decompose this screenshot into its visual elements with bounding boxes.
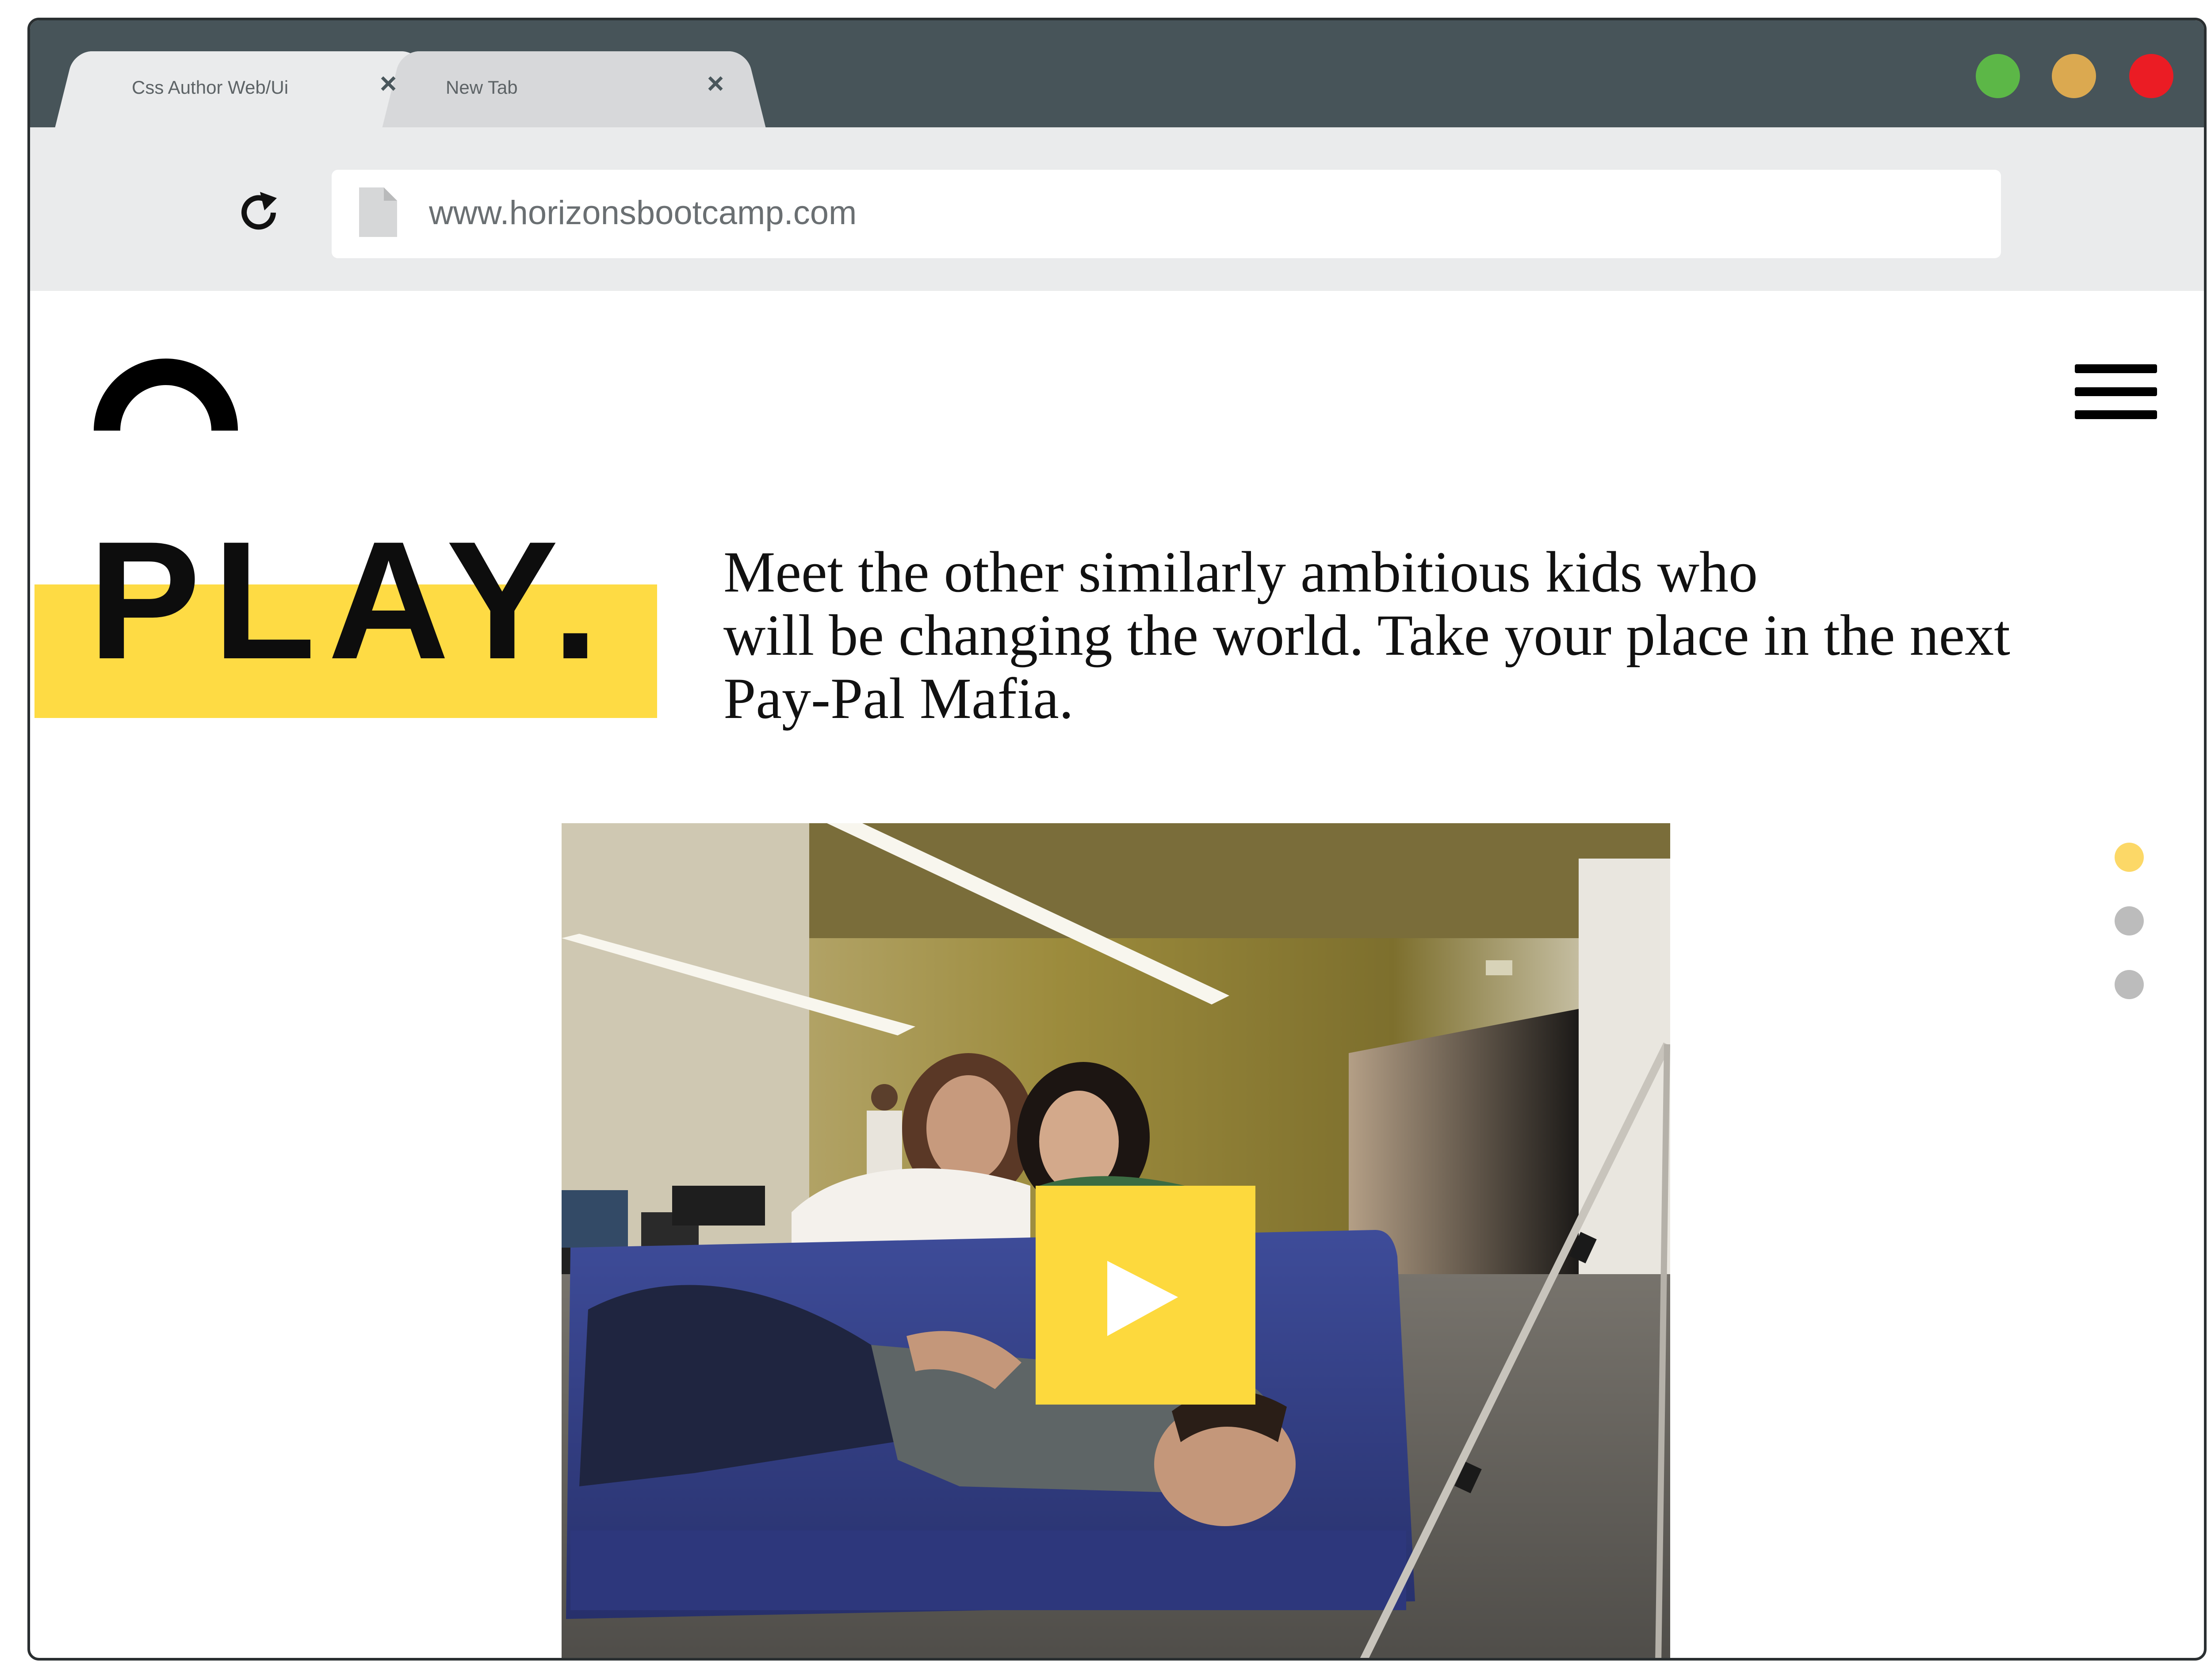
hamburger-menu-icon[interactable] (2075, 364, 2157, 419)
minimize-button[interactable] (2052, 54, 2096, 98)
intro-line: Meet the other similarly ambitious kids … (723, 539, 1758, 604)
menu-bar (2075, 387, 2157, 396)
pagination-dot-active[interactable] (2115, 843, 2144, 872)
pagination-dot[interactable] (2115, 906, 2144, 935)
page-heading: PLAY. (88, 506, 612, 694)
play-button[interactable] (1036, 1186, 1255, 1405)
tab-title: New Tab (446, 77, 518, 98)
address-bar[interactable]: www.horizonsbootcamp.com (332, 170, 2001, 258)
intro-line: will be changing the world. Take your pl… (723, 603, 2010, 668)
tab-bar: Css Author Web/Ui × New Tab × (30, 20, 2204, 127)
tab-title: Css Author Web/Ui (132, 77, 289, 98)
tab-close-icon[interactable]: × (702, 69, 729, 98)
reload-icon[interactable] (234, 188, 283, 237)
browser-window: Css Author Web/Ui × New Tab × www.horizo… (27, 18, 2207, 1661)
video-player[interactable] (562, 823, 1670, 1658)
tab-new-tab[interactable]: New Tab × (402, 51, 746, 127)
play-icon (1107, 1261, 1178, 1336)
pagination-dot[interactable] (2115, 970, 2144, 999)
arch-logo-icon[interactable] (94, 352, 238, 431)
tab-close-icon[interactable]: × (375, 69, 402, 98)
url-text: www.horizonsbootcamp.com (429, 194, 857, 232)
intro-line: Pay-Pal Mafia. (723, 666, 1074, 731)
document-icon (359, 187, 397, 237)
menu-bar (2075, 364, 2157, 373)
intro-text: Meet the other similarly ambitious kids … (723, 540, 2161, 730)
browser-toolbar: www.horizonsbootcamp.com (30, 127, 2204, 291)
tab-css-author[interactable]: Css Author Web/Ui × (74, 51, 419, 127)
close-window-button[interactable] (2129, 54, 2173, 98)
menu-bar (2075, 410, 2157, 419)
maximize-button[interactable] (1976, 54, 2020, 98)
